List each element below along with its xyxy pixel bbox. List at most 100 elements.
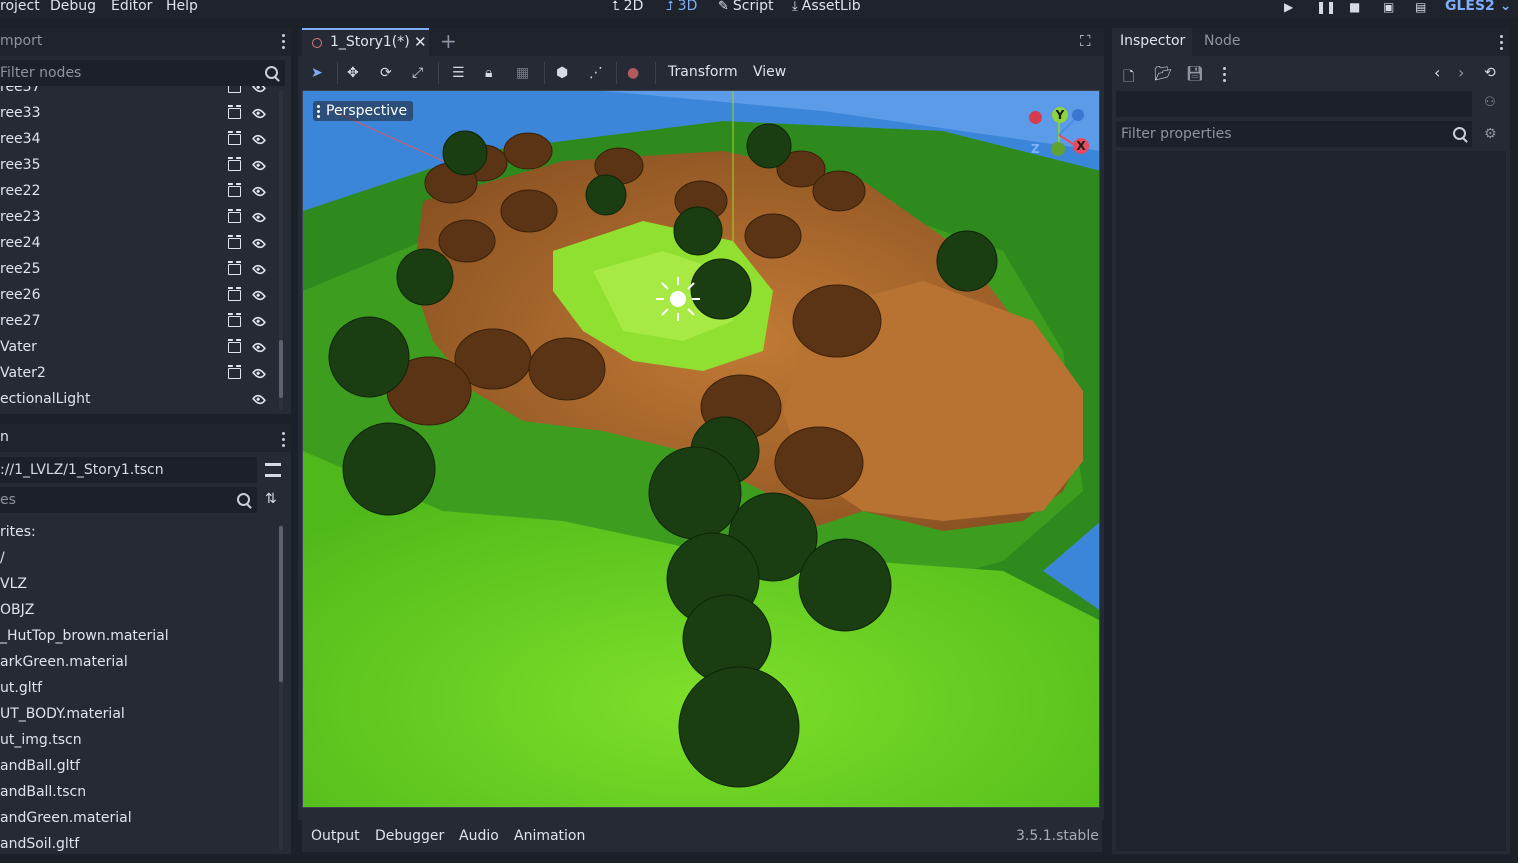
open-folder-icon[interactable]: 📂︎ <box>1154 66 1172 82</box>
file-item[interactable]: ut_img.tscn <box>0 732 82 748</box>
filter-properties-input[interactable] <box>1116 121 1441 147</box>
snap-icon[interactable]: ⋰ <box>589 65 603 81</box>
close-icon[interactable]: ✕ <box>414 33 427 51</box>
tab-filesystem[interactable]: n <box>0 429 9 445</box>
scene-tree-scrollthumb[interactable] <box>279 340 283 398</box>
tab-inspector[interactable]: Inspector <box>1112 28 1192 56</box>
open-scene-icon[interactable] <box>227 235 241 249</box>
history-back-icon[interactable]: ‹ <box>1434 63 1440 82</box>
history-forward-icon[interactable]: › <box>1458 63 1464 82</box>
x-axis-handle[interactable]: X <box>1073 138 1089 154</box>
menu-project[interactable]: roject <box>0 0 40 14</box>
file-item[interactable]: _HutTop_brown.material <box>0 628 169 644</box>
tree-item[interactable]: ree34 <box>0 128 276 154</box>
visibility-icon[interactable] <box>251 392 267 407</box>
tree-item[interactable]: ree23 <box>0 206 276 232</box>
visibility-icon[interactable] <box>251 262 267 277</box>
renderer-select[interactable]: GLES2 ⌄ <box>1445 0 1511 14</box>
visibility-icon[interactable] <box>251 340 267 355</box>
tree-item[interactable]: Vater <box>0 336 276 362</box>
file-search-field[interactable] <box>0 487 257 513</box>
path-input[interactable] <box>0 457 257 483</box>
pause-icon[interactable]: ❚❚ <box>1316 0 1336 14</box>
view-menu[interactable]: View <box>753 64 786 80</box>
file-item[interactable]: arkGreen.material <box>0 654 128 670</box>
tab-output[interactable]: Output <box>311 828 360 844</box>
tree-item[interactable]: ree26 <box>0 284 276 310</box>
filter-properties-field[interactable] <box>1116 121 1472 147</box>
open-scene-icon[interactable] <box>227 365 241 379</box>
open-scene-icon[interactable] <box>227 131 241 145</box>
menu-help[interactable]: Help <box>166 0 198 14</box>
scale-tool-icon[interactable]: ⤢ <box>412 65 423 81</box>
split-mode-icon[interactable] <box>265 463 281 477</box>
camera-override-icon[interactable]: ● <box>627 65 639 81</box>
menu-editor[interactable]: Editor <box>111 0 152 14</box>
tab-audio[interactable]: Audio <box>459 828 499 844</box>
file-list-scrollthumb[interactable] <box>279 526 283 682</box>
tree-item[interactable]: ree22 <box>0 180 276 206</box>
group-icon[interactable]: ▦ <box>516 65 529 81</box>
tree-item[interactable]: ree27 <box>0 310 276 336</box>
file-search-input[interactable] <box>0 487 257 513</box>
tree-item[interactable]: ree35 <box>0 154 276 180</box>
tree-item[interactable]: ree24 <box>0 232 276 258</box>
property-options-icon[interactable]: ⚙ <box>1484 126 1497 142</box>
mode-3d-button[interactable]: ⮥ 3D <box>666 0 697 14</box>
file-item[interactable]: OBJZ <box>0 602 34 618</box>
tree-item[interactable]: Vater2 <box>0 362 276 388</box>
play-custom-scene-icon[interactable]: ▤ <box>1415 0 1426 14</box>
tree-item[interactable]: ree37 <box>0 86 276 102</box>
file-item[interactable]: rites: <box>0 524 36 540</box>
open-scene-icon[interactable] <box>227 287 241 301</box>
object-properties-icon[interactable]: ⚇ <box>1484 95 1496 110</box>
local-space-icon[interactable]: ⬢ <box>556 65 568 81</box>
visibility-icon[interactable] <box>251 236 267 251</box>
play-scene-icon[interactable]: ▣ <box>1383 0 1394 14</box>
tree-item[interactable]: ree25 <box>0 258 276 284</box>
tab-node[interactable]: Node <box>1204 33 1241 49</box>
scene-tree-scrollbar[interactable] <box>279 90 283 410</box>
scene-tab[interactable]: 1_Story1(*) ✕ <box>302 28 429 56</box>
file-item[interactable]: andSoil.gltf <box>0 836 79 852</box>
list-select-icon[interactable]: ☰ <box>452 65 465 81</box>
new-resource-icon[interactable]: 🗋︎ <box>1123 66 1134 90</box>
visibility-icon[interactable] <box>251 184 267 199</box>
dock-menu-icon[interactable] <box>1500 35 1504 53</box>
tree-item[interactable]: ectionalLight <box>0 388 276 412</box>
open-scene-icon[interactable] <box>227 209 241 223</box>
open-scene-icon[interactable] <box>228 86 241 93</box>
visibility-icon[interactable] <box>251 106 267 121</box>
file-item[interactable]: andBall.gltf <box>0 758 80 774</box>
history-icon[interactable]: ⟲ <box>1484 65 1496 81</box>
inspector-menu-icon[interactable] <box>1223 67 1227 85</box>
tree-item[interactable]: ree33 <box>0 102 276 128</box>
dock-menu-icon[interactable] <box>282 34 286 52</box>
sort-icon[interactable]: ⇅ <box>265 491 277 507</box>
neg-y-axis-dot[interactable] <box>1051 142 1065 156</box>
file-item[interactable]: andBall.tscn <box>0 784 86 800</box>
visibility-icon[interactable] <box>251 288 267 303</box>
filter-nodes-field[interactable] <box>0 60 285 86</box>
visibility-icon[interactable] <box>251 366 267 381</box>
tab-animation[interactable]: Animation <box>514 828 585 844</box>
mode-assetlib-button[interactable]: ⤓ AssetLib <box>792 0 861 14</box>
open-scene-icon[interactable] <box>227 313 241 327</box>
transform-menu[interactable]: Transform <box>668 64 738 80</box>
open-scene-icon[interactable] <box>227 105 241 119</box>
menu-debug[interactable]: Debug <box>50 0 96 14</box>
visibility-icon[interactable] <box>251 86 267 95</box>
neg-z-axis-dot[interactable] <box>1072 109 1084 121</box>
orientation-gizmo[interactable]: Y Z X <box>1025 105 1091 161</box>
visibility-icon[interactable] <box>251 314 267 329</box>
open-scene-icon[interactable] <box>227 261 241 275</box>
filter-nodes-input[interactable] <box>0 60 285 86</box>
play-icon[interactable]: ▶ <box>1284 0 1293 14</box>
visibility-icon[interactable] <box>251 210 267 225</box>
mode-script-button[interactable]: ✎ Script <box>718 0 774 14</box>
rotate-tool-icon[interactable]: ⟳ <box>380 65 392 81</box>
neg-x-axis-dot[interactable] <box>1029 111 1042 124</box>
add-scene-tab-icon[interactable]: + <box>440 29 457 53</box>
save-icon[interactable]: 💾︎ <box>1186 66 1204 82</box>
file-list-scrollbar[interactable] <box>279 524 283 850</box>
